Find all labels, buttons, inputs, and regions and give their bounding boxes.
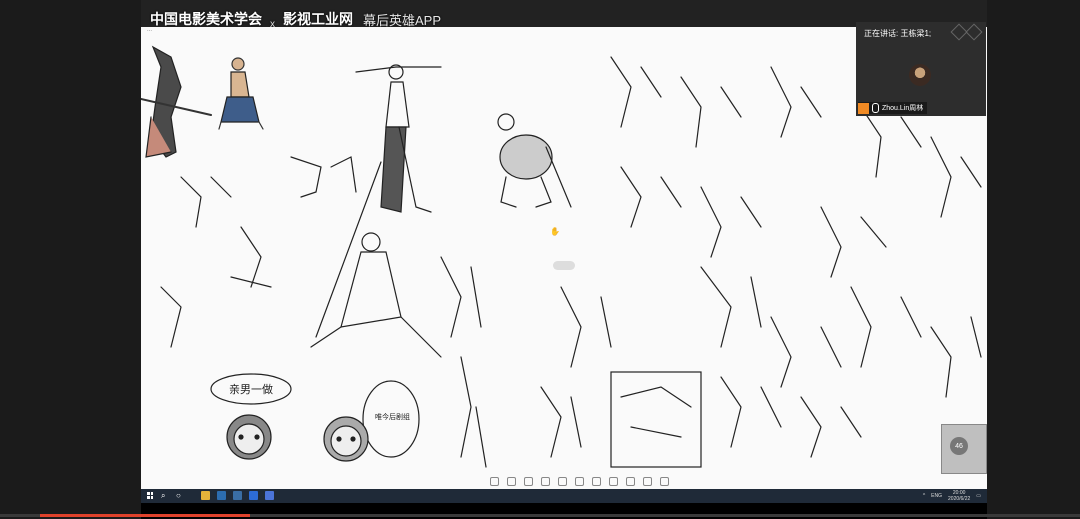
canvas-center-indicator: [553, 261, 575, 270]
small-sketch-group-4: [460, 356, 862, 468]
participant-name-tag: Zhou.Lin周林: [858, 102, 928, 114]
cartoon-girl-1: [226, 414, 272, 460]
layout-icon[interactable]: [965, 23, 983, 41]
central-stretching-figure: [355, 64, 442, 213]
select-tool-icon[interactable]: [490, 477, 499, 486]
pen-tool-icon[interactable]: [507, 477, 516, 486]
user-icon: [858, 102, 869, 114]
hand-cursor-icon: ✋: [550, 227, 560, 236]
zoom-in-icon[interactable]: [524, 477, 533, 486]
participant-name: Zhou.Lin周林: [882, 105, 924, 112]
small-sketch-group-1: [160, 156, 357, 348]
panel-controls[interactable]: [950, 23, 983, 41]
brand-org: 中国电影美术学会: [150, 11, 262, 27]
language-indicator[interactable]: ENG: [931, 493, 942, 499]
brand-app: 幕后英雄APP: [363, 12, 442, 28]
undo-icon[interactable]: [609, 477, 618, 486]
video-progress-track[interactable]: [0, 514, 1080, 517]
windows-start-icon[interactable]: [146, 491, 154, 501]
eraser-icon[interactable]: [575, 477, 584, 486]
shape-icon[interactable]: [592, 477, 601, 486]
task-view-icon[interactable]: ○: [176, 491, 184, 501]
meeting-app-icon[interactable]: [265, 491, 274, 500]
bald-monk-figure: [218, 57, 264, 130]
system-tray: ^ ENG 20:00 2020/6/22 ▭: [923, 490, 981, 502]
video-progress-fill: [40, 514, 250, 517]
redo-icon[interactable]: [626, 477, 635, 486]
tray-chevron-icon[interactable]: ^: [923, 493, 925, 499]
whiteboard-toolbar[interactable]: [490, 477, 669, 486]
doodle-text-2: 唯今后剧组: [375, 412, 410, 421]
small-sketch-group-3: [440, 256, 982, 398]
brand-site: 影视工业网: [283, 11, 353, 27]
taskbar-clock[interactable]: 20:00 2020/6/22: [948, 490, 970, 502]
search-icon[interactable]: ⌕: [161, 491, 169, 501]
right-letterbox: [987, 0, 1080, 519]
notification-icon[interactable]: ▭: [976, 493, 981, 499]
settings-icon[interactable]: [660, 477, 669, 486]
fit-icon[interactable]: [558, 477, 567, 486]
mic-icon: [872, 103, 879, 113]
speaker-panel: 正在讲话: 王栋梁1; Zhou.Lin周林: [856, 22, 986, 116]
file-explorer-icon[interactable]: [201, 491, 210, 500]
participant-avatar: [909, 64, 931, 86]
photoshop-icon[interactable]: [217, 491, 226, 500]
mini-video-thumbnail[interactable]: 46: [941, 424, 987, 474]
fat-warrior-figure: [497, 113, 572, 208]
colored-warrior-figure: [141, 45, 212, 158]
zoom-out-icon[interactable]: [541, 477, 550, 486]
cartoon-girl-2: [323, 416, 369, 462]
delete-icon[interactable]: [643, 477, 652, 486]
doodle-text-1: 亲男一做: [229, 382, 273, 396]
speaker-label: 正在讲话: 王栋梁1;: [864, 29, 932, 38]
left-letterbox: [0, 0, 141, 519]
clock-date: 2020/6/22: [948, 496, 971, 502]
app-blue-icon[interactable]: [233, 491, 242, 500]
windows-taskbar: ⌕ ○ ^ ENG 20:00 2020/6/22 ▭: [141, 489, 987, 503]
spear-fighter-figure: [310, 161, 442, 358]
mini-video-badge: 46: [950, 437, 968, 455]
app-window-icon[interactable]: [249, 491, 258, 500]
